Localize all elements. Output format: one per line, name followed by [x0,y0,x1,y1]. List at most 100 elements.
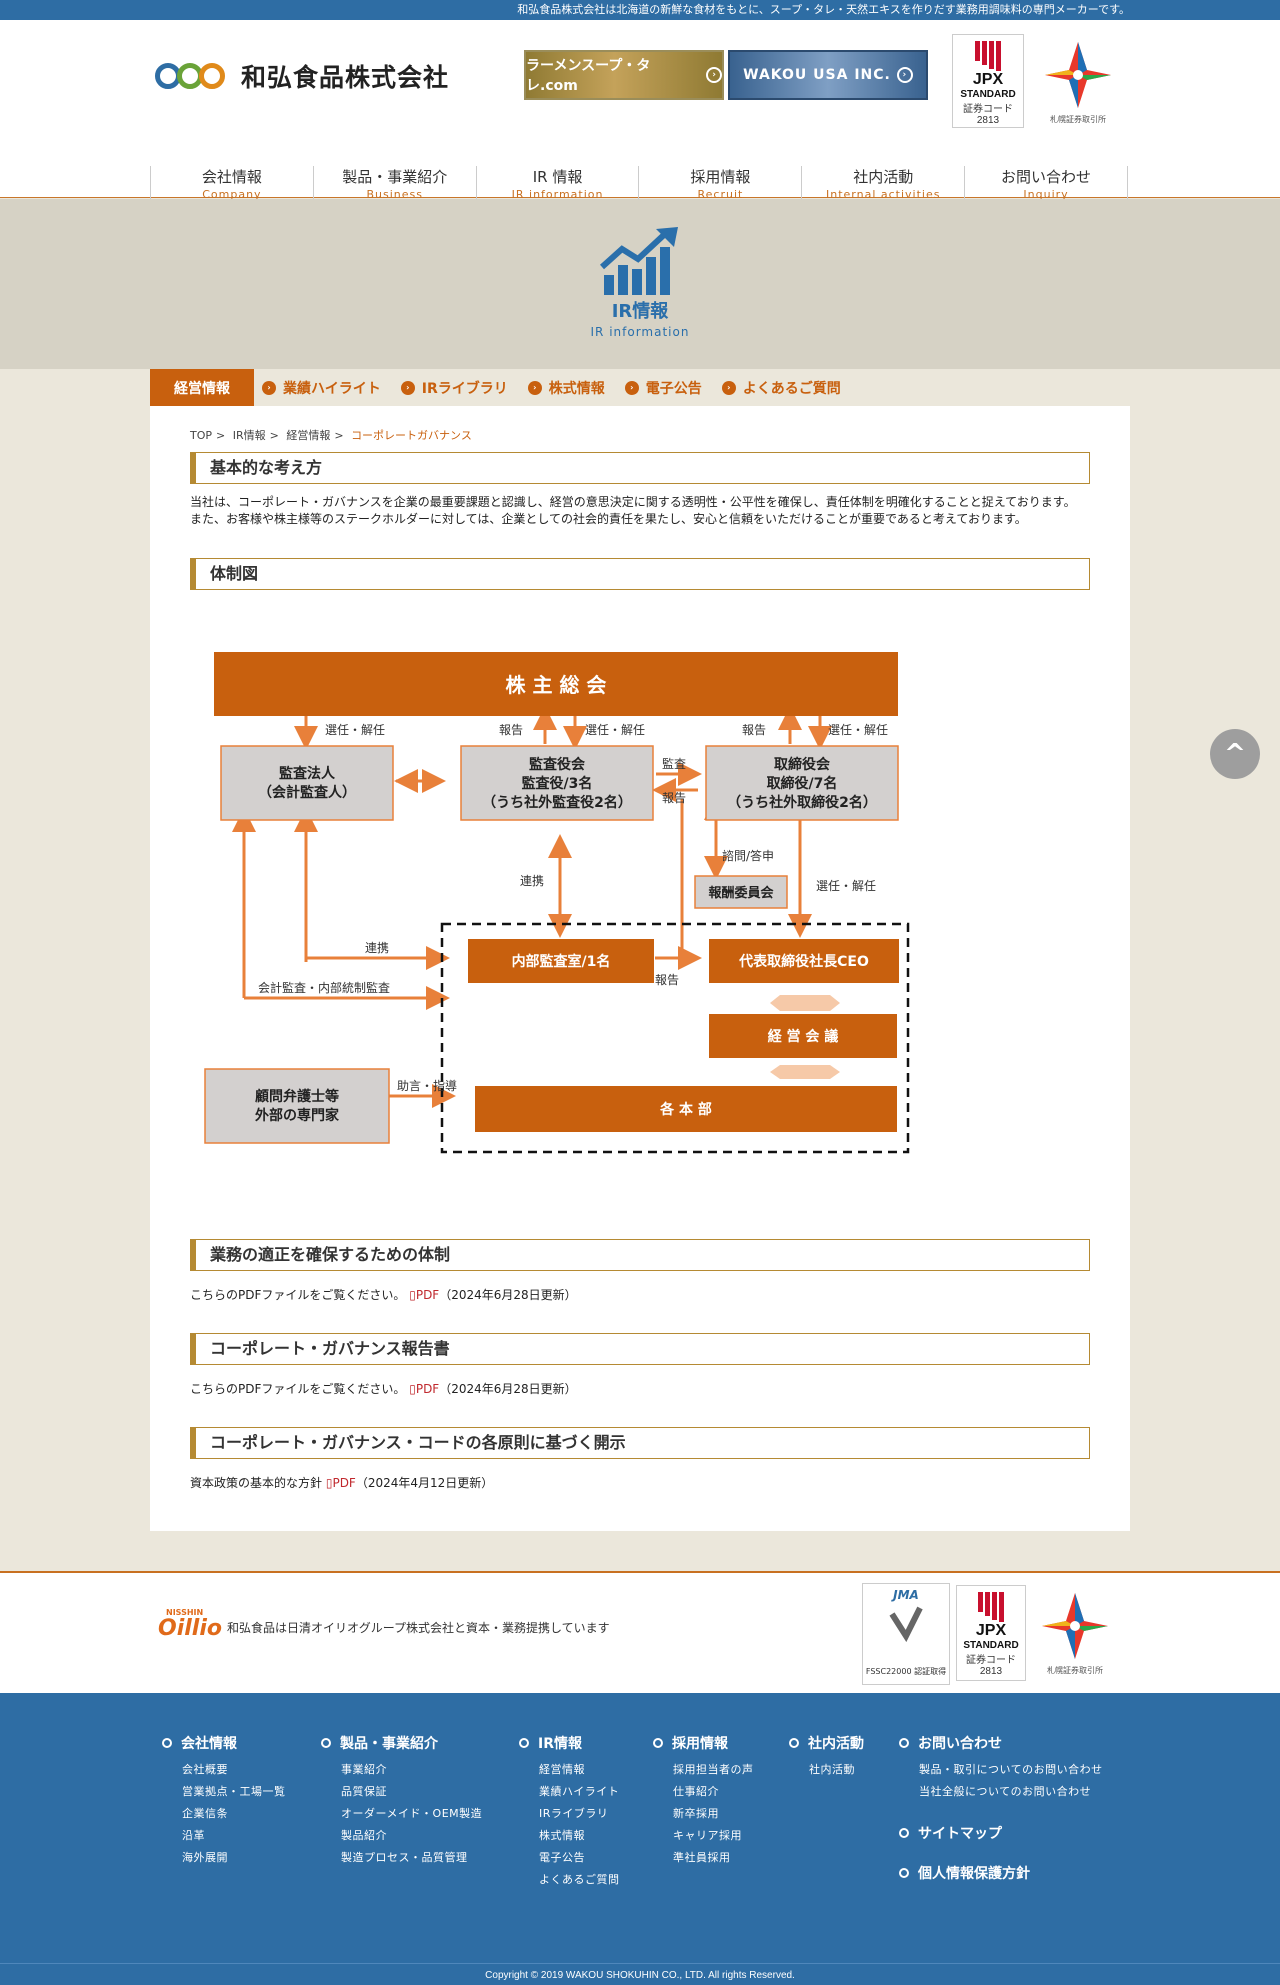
breadcrumb-current: コーポレートガバナンス [351,429,472,442]
footer-col-ir: IR情報 経営情報 業績ハイライト IRライブラリ 株式情報 電子公告 よくある… [519,1733,620,1891]
diagram-advisors-box [204,1068,390,1144]
footer-link[interactable]: 企業信条 [182,1803,286,1825]
nisshin-oillio-logo: NISSHIN Oillio [158,1608,222,1641]
diagram-label-coop-2: 連携 [365,940,389,955]
footer-link[interactable]: 採用担当者の声 [673,1759,754,1781]
site-footer: 会社情報 会社概要 営業拠点・工場一覧 企業信条 沿革 海外展開 製品・事業紹介… [0,1693,1280,1985]
subnav-highlights[interactable]: › 業績ハイライト [262,378,381,398]
footer-link[interactable]: オーダーメイド・OEM製造 [341,1803,482,1825]
subnav-library[interactable]: › IRライブラリ [400,378,508,398]
footer-link[interactable]: 会社概要 [182,1759,286,1781]
section-heading-code: コーポレート・ガバナンス・コードの各原則に基づく開示 [190,1427,1090,1459]
footer-sitemap[interactable]: サイトマップ [899,1823,1103,1843]
diagram-board-l3: （うち社外取締役2名） [727,794,877,811]
diagram-auditor-l1: 監査法人 [279,765,336,782]
sse-star-icon [1042,1593,1108,1659]
internal-text: こちらのPDFファイルをご覧ください。 [190,1288,406,1302]
report-text: こちらのPDFファイルをご覧ください。 [190,1382,406,1396]
fssc-label: FSSC22000 認証取得 [865,1667,947,1676]
bullet-icon [789,1738,799,1748]
chevron-right-icon: › [400,380,415,395]
footer-heading[interactable]: お問い合わせ [899,1733,1103,1753]
ramen-soup-banner[interactable]: ラーメンスープ・タレ.com › [524,50,724,100]
footer-link[interactable]: 事業紹介 [341,1759,482,1781]
chevron-right-icon: › [624,380,639,395]
diagram-departments: 各 本 部 [659,1101,712,1118]
diagram-shareholders: 株 主 総 会 [506,673,607,697]
diagram-advisors-l2: 外部の専門家 [255,1107,340,1124]
footer-link[interactable]: IRライブラリ [539,1803,620,1825]
diagram-board-l2: 取締役/7名 [767,775,838,792]
footer-privacy[interactable]: 個人情報保護方針 [899,1863,1103,1883]
internal-date: （2024年6月28日更新） [439,1288,577,1302]
footer-link[interactable]: 新卒採用 [673,1803,754,1825]
bullet-icon [899,1738,909,1748]
hero-subtitle: IR information [590,325,690,339]
site-header: 和弘食品株式会社 ラーメンスープ・タレ.com › WAKOU USA INC. ›… [0,20,1280,210]
jma-certification-badge: JMA FSSC22000 認証取得 [862,1583,950,1685]
diagram-label-report-2: 報告 [742,723,766,737]
subnav-stock[interactable]: › 株式情報 [527,378,605,398]
gnav-jp: 採用情報 [690,168,751,186]
breadcrumb-ir[interactable]: IR情報 [233,429,266,442]
ramen-banner-label: ラーメンスープ・タレ.com [526,58,651,94]
footer-link[interactable]: 当社全般についてのお問い合わせ [919,1781,1103,1803]
pdf-file-icon: ▯ [409,1288,416,1302]
footer-link[interactable]: 業績ハイライト [539,1781,620,1803]
diagram-mgmt-meeting: 経 営 会 議 [768,1028,839,1045]
wakou-usa-banner[interactable]: WAKOU USA INC. › [728,50,928,100]
footer-heading[interactable]: 会社情報 [162,1733,286,1753]
report-date: （2024年6月28日更新） [439,1382,577,1396]
diagram-auditor-l2: （会計監査人） [258,784,356,801]
footer-heading[interactable]: IR情報 [519,1733,620,1753]
section-heading-basic: 基本的な考え方 [190,452,1090,484]
footer-link[interactable]: 製品紹介 [341,1825,482,1847]
diagram-internal-audit: 内部監査室/1名 [512,953,611,970]
footer-link[interactable]: 製品・取引についてのお問い合わせ [919,1759,1103,1781]
footer-link[interactable]: 仕事紹介 [673,1781,754,1803]
chevron-right-icon: › [721,380,736,395]
breadcrumb-management[interactable]: 経営情報 [286,429,330,442]
subnav-notices[interactable]: › 電子公告 [624,378,702,398]
subnav-management-active[interactable]: 経営情報 [150,369,254,406]
footer-link[interactable]: 準社員採用 [673,1847,754,1869]
footer-link[interactable]: 経営情報 [539,1759,620,1781]
breadcrumb-top[interactable]: TOP [190,429,212,442]
footer-link[interactable]: 品質保証 [341,1781,482,1803]
footer-col-business: 製品・事業紹介 事業紹介 品質保証 オーダーメイド・OEM製造 製品紹介 製造プ… [321,1733,482,1869]
footer-heading[interactable]: 社内活動 [789,1733,864,1753]
internal-pdf-line: こちらのPDFファイルをご覧ください。 ▯PDF（2024年6月28日更新） [190,1286,577,1303]
company-logo[interactable]: 和弘食品株式会社 [155,58,449,94]
section-heading-report: コーポレート・ガバナンス報告書 [190,1333,1090,1365]
code-pdf-link[interactable]: PDF [332,1476,355,1490]
footer-link[interactable]: 電子公告 [539,1847,620,1869]
footer-link[interactable]: 株式情報 [539,1825,620,1847]
bullet-icon [899,1828,909,1838]
jpx-standard: STANDARD [963,1640,1019,1651]
internal-pdf-link[interactable]: PDF [416,1288,439,1302]
footer-link[interactable]: 沿革 [182,1825,286,1847]
diagram-label-elect-3: 選任・解任 [828,723,888,737]
chevron-right-icon: › [262,380,276,395]
footer-link[interactable]: 海外展開 [182,1847,286,1869]
footer-heading[interactable]: 製品・事業紹介 [321,1733,482,1753]
diagram-label-advice: 助言・指導 [397,1078,457,1093]
basic-p1: 当社は、コーポレート・ガバナンスを企業の最重要課題と認識し、経営の意思決定に関す… [190,495,1076,509]
footer-heading[interactable]: 採用情報 [653,1733,754,1753]
page-top-button[interactable]: ^ [1210,729,1260,779]
diagram-label-elect-1: 選任・解任 [325,723,385,737]
oillio-brand: Oillio [158,1616,222,1641]
breadcrumb: TOP > IR情報 > 経営情報 > コーポレートガバナンス [190,429,472,442]
diagram-ceo: 代表取締役社長CEO [738,953,869,970]
footer-heading-label: 製品・事業紹介 [340,1736,438,1752]
footer-link[interactable]: キャリア採用 [673,1825,754,1847]
subnav-faq[interactable]: › よくあるご質問 [721,378,841,398]
footer-link[interactable]: よくあるご質問 [539,1869,620,1891]
report-pdf-link[interactable]: PDF [416,1382,439,1396]
logo-mark-icon [155,59,233,93]
footer-link[interactable]: 営業拠点・工場一覧 [182,1781,286,1803]
footer-link[interactable]: 社内活動 [809,1759,864,1781]
diagram-audit-board-l2: 監査役/3名 [522,775,593,792]
footer-link[interactable]: 製造プロセス・品質管理 [341,1847,482,1869]
diagram-label-report-1: 報告 [499,723,523,737]
